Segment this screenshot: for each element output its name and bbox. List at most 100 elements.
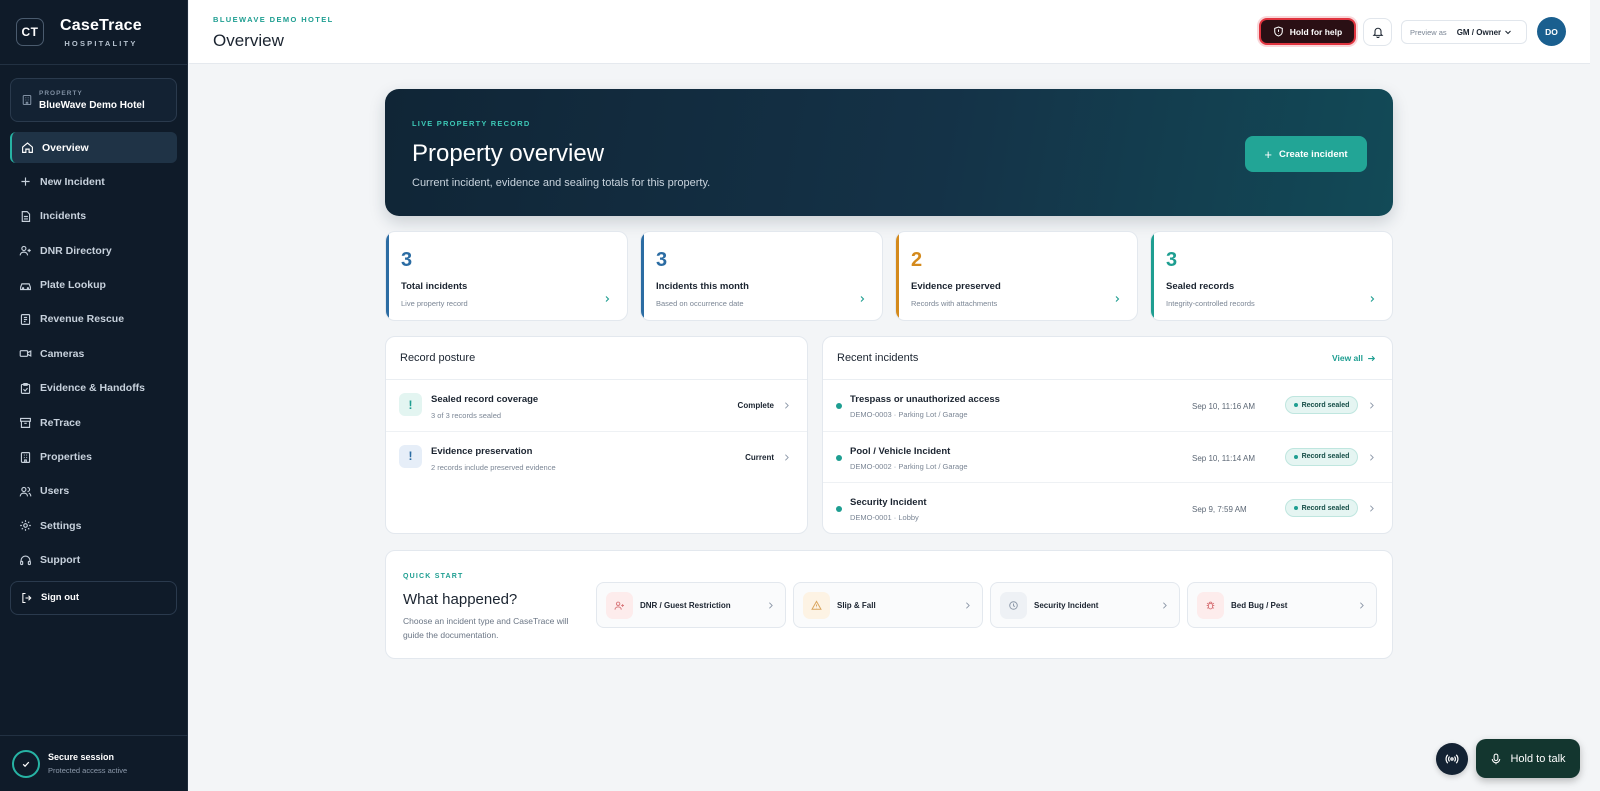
sidebar-item-new-incident[interactable]: New Incident xyxy=(10,166,177,197)
sidebar-item-dnr-directory[interactable]: DNR Directory xyxy=(10,235,177,266)
incident-row[interactable]: Security Incident DEMO-0001 · Lobby Sep … xyxy=(823,483,1392,533)
quick-start-label: DNR / Guest Restriction xyxy=(640,600,731,610)
plus-icon xyxy=(21,177,30,186)
sidebar-item-retrace[interactable]: ReTrace xyxy=(10,407,177,438)
incident-time: Sep 10, 11:14 AM xyxy=(1192,453,1256,463)
hold-for-help-button[interactable]: Hold for help xyxy=(1259,18,1356,45)
quick-start-label: Bed Bug / Pest xyxy=(1231,600,1288,610)
sidebar-item-label: Incidents xyxy=(40,210,87,223)
stat-subtitle: Integrity-controlled records xyxy=(1166,299,1255,308)
warning-icon xyxy=(811,599,822,610)
chevron-right-icon xyxy=(1163,602,1167,609)
receipt-icon xyxy=(20,314,31,325)
microphone-icon xyxy=(1492,753,1501,764)
sign-out-label: Sign out xyxy=(41,592,79,604)
qs-icon-wrap xyxy=(803,591,830,619)
stat-card-sealed-records[interactable]: 3 Sealed records Integrity-controlled re… xyxy=(1150,231,1393,321)
broadcast-button[interactable] xyxy=(1436,743,1468,775)
quick-start-label: Slip & Fall xyxy=(837,600,876,610)
stat-value: 3 xyxy=(1166,249,1178,271)
sidebar-item-label: Evidence & Handoffs xyxy=(40,382,146,395)
sidebar-item-label: Properties xyxy=(40,451,92,464)
sidebar-item-overview[interactable]: Overview xyxy=(10,132,177,163)
building-icon xyxy=(22,94,32,106)
chevron-right-icon xyxy=(1115,296,1120,302)
incident-row[interactable]: Trespass or unauthorized access DEMO-000… xyxy=(823,380,1392,432)
session-title: Secure session xyxy=(48,752,115,762)
quick-start-dnr-guest-restriction[interactable]: DNR / Guest Restriction xyxy=(596,582,786,628)
chevron-right-icon xyxy=(966,602,970,609)
sign-out-button[interactable]: Sign out xyxy=(10,580,177,615)
quick-start-bed-bug-pest[interactable]: Bed Bug / Pest xyxy=(1187,582,1377,628)
status-dot xyxy=(836,506,842,512)
sidebar-item-label: Revenue Rescue xyxy=(40,313,125,326)
incident-meta: DEMO-0002 · Parking Lot / Garage xyxy=(850,461,968,471)
archive-icon xyxy=(20,417,31,429)
posture-row-sealed-coverage[interactable]: ! Sealed record coverage 3 of 3 records … xyxy=(386,380,807,432)
stat-accent-bar xyxy=(641,232,644,320)
hold-to-talk-button[interactable]: Hold to talk xyxy=(1476,739,1580,778)
sidebar-item-users[interactable]: Users xyxy=(10,476,177,507)
sidebar-item-plate-lookup[interactable]: Plate Lookup xyxy=(10,270,177,301)
scrollbar[interactable] xyxy=(1590,0,1600,791)
stat-value: 3 xyxy=(656,249,668,271)
avatar[interactable]: DO xyxy=(1537,17,1566,46)
status-badge: Record sealed xyxy=(1285,396,1358,414)
brand[interactable]: CT CaseTrace HOSPITALITY xyxy=(0,0,187,64)
sign-out-icon xyxy=(22,592,32,603)
sidebar-item-label: Cameras xyxy=(40,347,85,360)
incident-title: Security Incident xyxy=(850,497,927,508)
clipboard-check-icon xyxy=(20,382,31,394)
sidebar-item-settings[interactable]: Settings xyxy=(10,510,177,541)
qs-icon-wrap xyxy=(1197,591,1224,619)
chevron-right-icon xyxy=(1360,602,1364,609)
preview-as-select[interactable]: Preview as GM / Owner xyxy=(1401,20,1527,44)
quick-start-slip-fall[interactable]: Slip & Fall xyxy=(793,582,983,628)
status-dot xyxy=(836,403,842,409)
building-icon xyxy=(20,451,31,463)
stat-card-total-incidents[interactable]: 3 Total incidents Live property record xyxy=(385,231,628,321)
stat-card-evidence-preserved[interactable]: 2 Evidence preserved Records with attach… xyxy=(895,231,1138,321)
stat-accent-bar xyxy=(386,232,389,320)
sidebar-divider xyxy=(0,64,187,65)
page-title: Overview xyxy=(213,31,284,50)
sidebar-item-evidence-handoffs[interactable]: Evidence & Handoffs xyxy=(10,373,177,404)
stat-value: 3 xyxy=(401,249,413,271)
status-badge: Record sealed xyxy=(1285,499,1358,517)
sidebar-nav: Overview New Incident Incidents DNR Dire… xyxy=(0,132,187,576)
secure-session-status: Secure session Protected access active xyxy=(0,735,188,791)
quick-start-security-incident[interactable]: Security Incident xyxy=(990,582,1180,628)
stat-subtitle: Records with attachments xyxy=(911,299,998,308)
user-plus-icon xyxy=(614,601,624,610)
sidebar: CT CaseTrace HOSPITALITY PROPERTY BlueWa… xyxy=(0,0,188,791)
sidebar-item-incidents[interactable]: Incidents xyxy=(10,201,177,232)
incident-row[interactable]: Pool / Vehicle Incident DEMO-0002 · Park… xyxy=(823,432,1392,483)
notifications-button[interactable] xyxy=(1363,18,1392,46)
sidebar-item-label: Users xyxy=(40,485,70,498)
posture-row-evidence-preservation[interactable]: ! Evidence preservation 2 records includ… xyxy=(386,432,807,484)
stat-accent-bar xyxy=(896,232,899,320)
sidebar-item-label: Overview xyxy=(42,141,89,154)
chevron-right-icon xyxy=(1370,402,1374,409)
sidebar-item-revenue-rescue[interactable]: Revenue Rescue xyxy=(10,304,177,335)
hero-title: Property overview xyxy=(412,140,605,167)
view-all-link[interactable]: View all xyxy=(1332,353,1376,363)
chevron-right-icon xyxy=(785,402,789,409)
create-incident-button[interactable]: + Create incident xyxy=(1245,136,1367,172)
main-content: LIVE PROPERTY RECORD Property overview C… xyxy=(385,89,1393,659)
sidebar-item-support[interactable]: Support xyxy=(10,545,177,576)
stat-card-incidents-this-month[interactable]: 3 Incidents this month Based on occurren… xyxy=(640,231,883,321)
sidebar-item-properties[interactable]: Properties xyxy=(10,442,177,473)
users-icon xyxy=(19,486,32,497)
check-icon xyxy=(12,749,40,778)
recent-incidents-panel: Recent incidents View all Trespass or un… xyxy=(822,336,1393,534)
preview-label: Preview as xyxy=(1410,27,1447,37)
hero-kicker: LIVE PROPERTY RECORD xyxy=(412,119,531,128)
sidebar-item-cameras[interactable]: Cameras xyxy=(10,338,177,369)
breadcrumb: BLUEWAVE DEMO HOTEL xyxy=(213,15,334,24)
property-name: BlueWave Demo Hotel xyxy=(39,99,145,111)
property-selector[interactable]: PROPERTY BlueWave Demo Hotel xyxy=(10,78,177,122)
create-incident-label: Create incident xyxy=(1278,148,1348,160)
posture-title: Evidence preservation xyxy=(431,445,533,457)
headset-icon xyxy=(20,555,31,565)
